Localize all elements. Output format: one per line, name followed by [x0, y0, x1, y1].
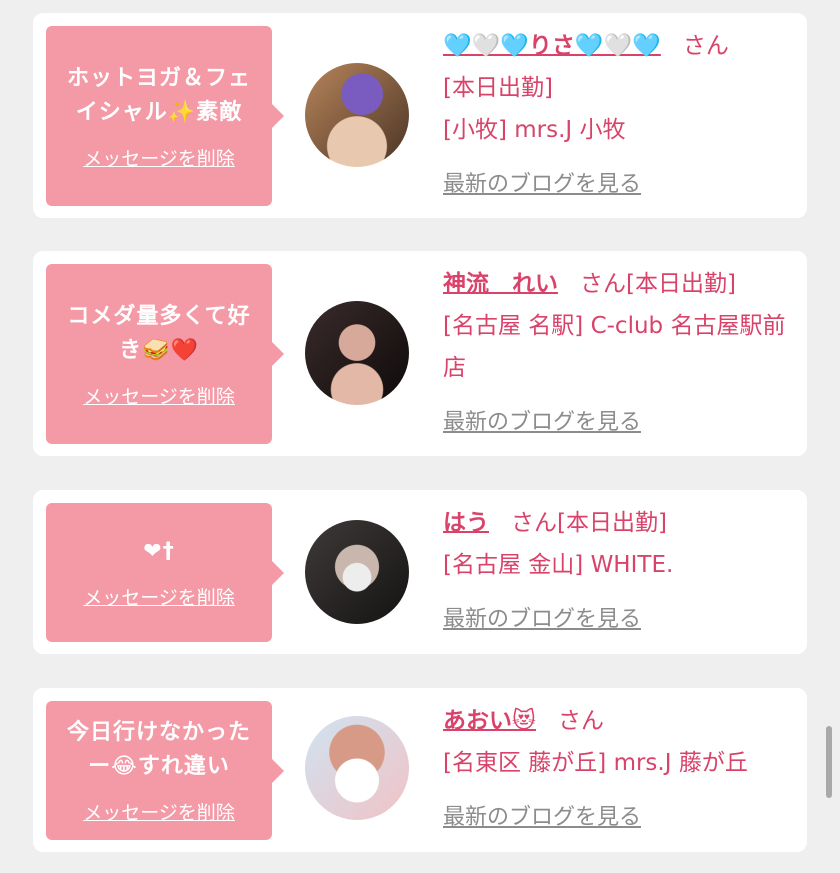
latest-blog-link[interactable]: 最新のブログを見る	[443, 410, 641, 435]
attendance-status: さん[本日出勤]	[580, 271, 736, 297]
girl-name-link[interactable]: はう	[443, 510, 489, 536]
message-text: 今日行けなかったー😂すれ違い	[66, 720, 251, 779]
girl-name-link[interactable]: 神流 れい	[443, 271, 558, 297]
delete-message-link[interactable]: メッセージを削除	[83, 583, 235, 610]
message-card: 今日行けなかったー😂すれ違い メッセージを削除 あおい😻 さん [名東区 藤が丘]…	[33, 688, 807, 852]
message-text: ホットヨガ＆フェイシャル✨素敵	[66, 65, 251, 125]
scrollbar[interactable]	[826, 726, 832, 798]
avatar[interactable]	[305, 301, 409, 405]
latest-blog-link[interactable]: 最新のブログを見る	[443, 607, 641, 632]
shop-location: [小牧] mrs.J 小牧	[443, 117, 626, 143]
avatar[interactable]	[305, 63, 409, 167]
message-card: ホットヨガ＆フェイシャル✨素敵 メッセージを削除 🩵🤍🩵りさ🩵🤍🩵 さん [本日出…	[33, 13, 807, 218]
message-bubble: 今日行けなかったー😂すれ違い メッセージを削除	[46, 701, 284, 840]
honorific: さん	[682, 33, 729, 59]
delete-message-link[interactable]: メッセージを削除	[83, 382, 235, 409]
girl-info: あおい😻 さん [名東区 藤が丘] mrs.J 藤が丘 最新のブログを見る	[443, 700, 795, 839]
delete-message-link[interactable]: メッセージを削除	[83, 798, 235, 825]
avatar[interactable]	[305, 520, 409, 624]
girl-info: はう さん[本日出勤] [名古屋 金山] WHITE. 最新のブログを見る	[443, 502, 795, 641]
message-bubble: コメダ量多くて好き🥪❤️ メッセージを削除	[46, 264, 284, 444]
delete-message-link[interactable]: メッセージを削除	[83, 144, 235, 171]
message-bubble: ❤︎† メッセージを削除	[46, 503, 284, 642]
shop-location: [名古屋 名駅] C-club 名古屋駅前店	[443, 313, 786, 381]
message-bubble: ホットヨガ＆フェイシャル✨素敵 メッセージを削除	[46, 26, 284, 206]
latest-blog-link[interactable]: 最新のブログを見る	[443, 172, 641, 197]
message-text: ❤︎†	[143, 539, 175, 564]
girl-info: 🩵🤍🩵りさ🩵🤍🩵 さん [本日出勤] [小牧] mrs.J 小牧 最新のブログを見…	[443, 25, 795, 206]
message-card: コメダ量多くて好き🥪❤️ メッセージを削除 神流 れい さん[本日出勤] [名古屋…	[33, 251, 807, 456]
latest-blog-link[interactable]: 最新のブログを見る	[443, 805, 641, 830]
shop-location: [名東区 藤が丘] mrs.J 藤が丘	[443, 750, 748, 776]
girl-name-link[interactable]: 🩵🤍🩵りさ🩵🤍🩵	[443, 33, 661, 59]
attendance-status: さん	[557, 708, 604, 734]
shop-location: [名古屋 金山] WHITE.	[443, 552, 674, 578]
girl-name-link[interactable]: あおい😻	[443, 708, 536, 734]
attendance-status: さん[本日出勤]	[511, 510, 667, 536]
attendance-status: [本日出勤]	[443, 75, 553, 101]
message-text: コメダ量多くて好き🥪❤️	[67, 303, 251, 363]
message-card: ❤︎† メッセージを削除 はう さん[本日出勤] [名古屋 金山] WHITE. …	[33, 490, 807, 654]
avatar[interactable]	[305, 716, 409, 820]
girl-info: 神流 れい さん[本日出勤] [名古屋 名駅] C-club 名古屋駅前店 最新の…	[443, 263, 795, 444]
